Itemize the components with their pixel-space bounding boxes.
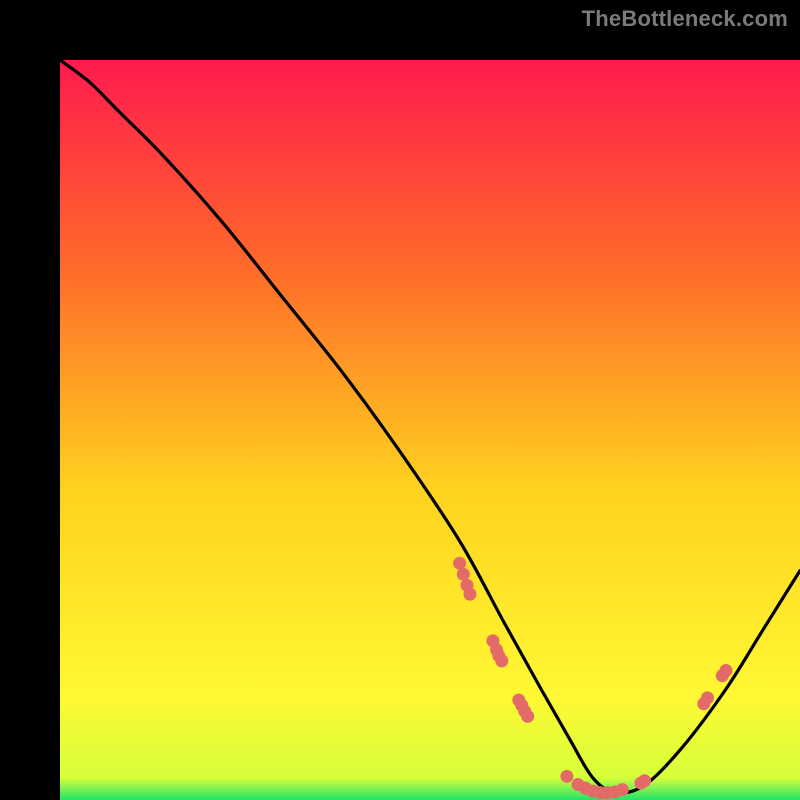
bottleneck-curve xyxy=(60,60,800,793)
curve-marker xyxy=(701,691,714,704)
curve-marker xyxy=(521,710,534,723)
curve-marker xyxy=(638,774,651,787)
curve-marker xyxy=(453,557,466,570)
curve-marker xyxy=(495,654,508,667)
curve-marker xyxy=(560,770,573,783)
curve-layer xyxy=(60,60,800,800)
curve-marker xyxy=(720,664,733,677)
chart-frame xyxy=(30,30,770,770)
curve-markers xyxy=(453,557,732,799)
curve-marker xyxy=(616,783,629,796)
curve-marker xyxy=(463,588,476,601)
curve-marker xyxy=(457,568,470,581)
watermark-text: TheBottleneck.com xyxy=(582,6,788,32)
plot-area xyxy=(60,60,800,800)
